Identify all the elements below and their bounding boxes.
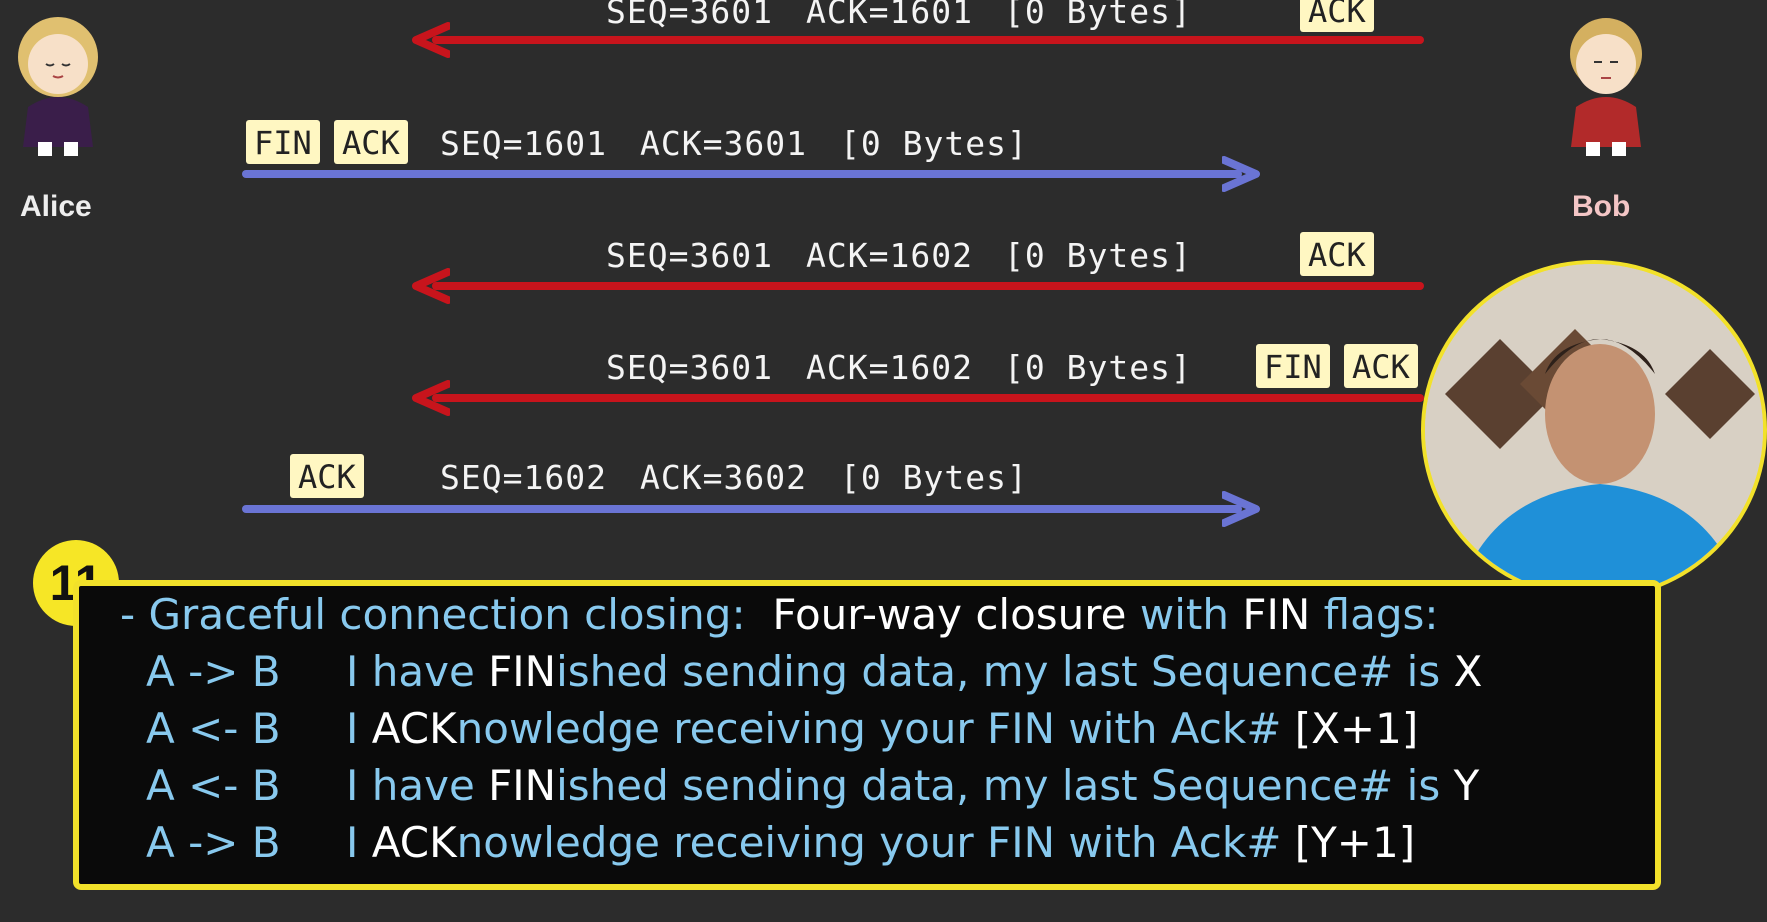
summary-row-1: A <- B I ACKnowledge receiving your FIN w… [146,704,1418,753]
summary-row-end: Y [1453,761,1480,810]
summary-row-rest: ished sending data, my last Sequence# is [556,647,1454,696]
message-2-ack: ACK=1602 [806,236,973,275]
message-2-flag-ack: ACK [1300,232,1374,277]
message-1-arrowhead [1222,156,1260,192]
summary-row-bold: ACK [371,704,457,753]
message-3-ack: ACK=1602 [806,348,973,387]
message-4-seq: SEQ=1602 [440,458,607,497]
bob-avatar [1556,12,1656,162]
message-1-bytes: [0 Bytes] [840,124,1028,163]
summary-row-pre: I [346,704,372,753]
summary-row-end: [Y+1] [1294,818,1416,867]
message-4-arrow [242,505,1242,513]
summary-row-bold: FIN [488,761,557,810]
summary-row-end: [X+1] [1294,704,1419,753]
summary-heading-bold: Four-way closure [772,590,1127,639]
message-3-bytes: [0 Bytes] [1004,348,1192,387]
message-1-ack: ACK=3601 [640,124,807,163]
message-0-bytes: [0 Bytes] [1004,0,1192,31]
message-0-arrowhead [412,22,450,58]
message-3-arrow [432,394,1424,402]
message-0-seq: SEQ=3601 [606,0,773,31]
message-1-seq: SEQ=1601 [440,124,607,163]
summary-heading-fin: FIN [1242,590,1311,639]
summary-row-3: A -> B I ACKnowledge receiving your FIN w… [146,818,1415,867]
summary-row-rest: nowledge receiving your FIN with Ack# [456,704,1295,753]
message-4-flag-ack: ACK [290,454,364,499]
summary-row-0: A -> B I have FINished sending data, my l… [146,647,1482,696]
message-2-seq: SEQ=3601 [606,236,773,275]
summary-heading-prefix: - Graceful connection closing: [120,590,746,639]
message-0-flag-ack: ACK [1300,0,1374,33]
message-1-flag-fin: FIN [246,120,320,165]
message-2-bytes: [0 Bytes] [1004,236,1192,275]
message-2-arrow [432,282,1424,290]
summary-row-pre: I have [346,647,489,696]
summary-row-pre: I [346,818,372,867]
bob-name: Bob [1572,190,1631,223]
message-2-arrowhead [412,268,450,304]
alice-name: Alice [20,190,92,223]
message-3-arrowhead [412,380,450,416]
message-0-ack: ACK=1601 [806,0,973,31]
message-1-flag-ack: ACK [334,120,408,165]
summary-row-bold: FIN [488,647,557,696]
message-4-arrowhead [1222,491,1260,527]
message-3-flag-ack: ACK [1344,344,1418,389]
summary-row-bold: ACK [371,818,457,867]
summary-row-dir: A <- B [146,761,281,810]
message-1-arrow [242,170,1242,178]
message-3-seq: SEQ=3601 [606,348,773,387]
summary-row-2: A <- B I have FINished sending data, my l… [146,761,1479,810]
summary-row-dir: A -> B [146,818,281,867]
alice-avatar [8,12,108,162]
summary-row-end: X [1453,647,1483,696]
summary-row-dir: A <- B [146,704,281,753]
message-3-flag-fin: FIN [1256,344,1330,389]
message-4-ack: ACK=3602 [640,458,807,497]
summary-row-dir: A -> B [146,647,281,696]
summary-row-rest: nowledge receiving your FIN with Ack# [456,818,1295,867]
message-0-arrow [432,36,1424,44]
presenter-webcam [1421,260,1767,600]
summary-heading: - Graceful connection closing: Four-way … [120,590,1439,639]
message-4-bytes: [0 Bytes] [840,458,1028,497]
summary-heading-suffix: flags: [1323,590,1439,639]
summary-row-rest: ished sending data, my last Sequence# is [556,761,1454,810]
summary-heading-mid: with [1139,590,1229,639]
summary-row-pre: I have [346,761,489,810]
